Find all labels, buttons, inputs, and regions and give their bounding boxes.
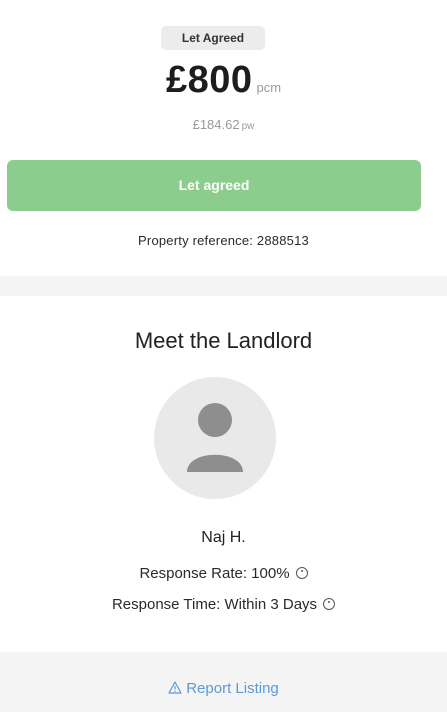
- status-badge: Let Agreed: [161, 26, 265, 50]
- price-amount: £800: [165, 59, 253, 101]
- landlord-section-title: Meet the Landlord: [134, 328, 313, 353]
- response-rate-text: Response Rate: 100%: [139, 565, 290, 582]
- avatar-graphic: [187, 403, 243, 472]
- person-placeholder-icon: [154, 377, 276, 499]
- weekly-price-amount: £184.62: [192, 117, 240, 132]
- landlord-name: Naj H.: [201, 529, 246, 546]
- report-listing-link[interactable]: Report Listing: [0, 680, 447, 697]
- response-rate: Response Rate: 100%: [0, 565, 447, 582]
- price-card: Let Agreed £800 pcm £184.62 pw Let agreed …: [0, 0, 447, 276]
- listing-sidebar: Let Agreed £800 pcm £184.62 pw Let agreed …: [0, 0, 447, 712]
- price-unit: pcm: [256, 80, 282, 95]
- monthly-price: £800 pcm: [0, 59, 447, 102]
- response-time-text: Response Time: Within 3 Days: [111, 596, 318, 613]
- landlord-card: Meet the Landlord Naj H. Response Rate: …: [0, 296, 447, 652]
- weekly-price: £184.62 pw: [0, 117, 447, 132]
- response-time: Response Time: Within 3 Days: [0, 596, 447, 613]
- report-listing-label: Report Listing: [186, 680, 279, 697]
- info-icon[interactable]: [323, 598, 336, 611]
- let-agreed-button[interactable]: Let agreed: [7, 160, 421, 211]
- property-reference: Property reference: 2888513: [138, 233, 309, 248]
- info-icon[interactable]: [295, 567, 308, 580]
- warning-triangle-icon: [168, 681, 182, 694]
- weekly-price-unit: pw: [241, 121, 255, 132]
